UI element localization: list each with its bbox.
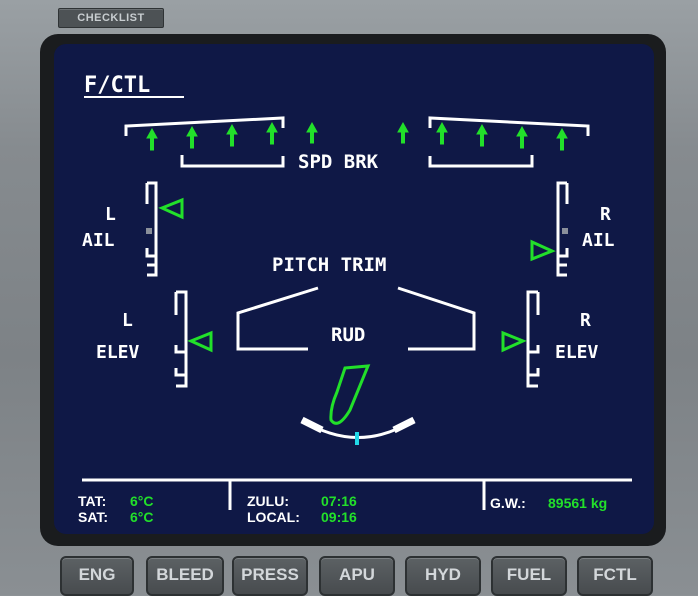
left-aileron-pointer: [158, 197, 184, 220]
spd-brk-label: SPD BRK: [298, 151, 379, 173]
zulu-row: ZULU: 07:16: [247, 493, 357, 509]
up-arrow-icon: [516, 125, 528, 149]
gw-row: G.W.: 89561 kg: [490, 495, 607, 511]
tat-label: TAT:: [78, 493, 107, 509]
rudder-trim-index: [355, 432, 359, 445]
checklist-button[interactable]: CHECKLIST: [58, 8, 164, 28]
up-arrow-icon: [146, 127, 158, 151]
left-elev-side-label: L: [122, 310, 133, 331]
hyd-page-button[interactable]: HYD: [405, 556, 481, 596]
right-aileron-neutral-mark: [562, 228, 568, 234]
sat-row: SAT: 6°C: [78, 509, 154, 525]
left-ail-side-label: L: [105, 204, 116, 225]
gw-label: G.W.:: [490, 495, 526, 511]
rudder-position-symbol: [329, 364, 371, 425]
bleed-page-button[interactable]: BLEED: [146, 556, 224, 596]
spd-brk-bracket-right: [428, 116, 590, 168]
rudder-label: RUD: [331, 324, 365, 346]
rudder-limit-right: [392, 416, 416, 434]
fuel-page-button[interactable]: FUEL: [491, 556, 567, 596]
left-elevator-pointer: [187, 330, 213, 353]
page-title: F/CTL: [84, 73, 150, 98]
fctl-synoptic: F/CTL SPD BRK L AIL R AIL PITCH TRIM L E…: [82, 73, 632, 510]
right-aileron-pointer: [530, 239, 556, 262]
up-arrow-icon: [186, 125, 198, 149]
sat-value: 6°C: [130, 509, 154, 525]
rudder-limit-left: [300, 416, 324, 434]
up-arrow-icon: [476, 123, 488, 147]
right-elevator-pointer: [501, 330, 527, 353]
gw-value: 89561 kg: [548, 495, 608, 511]
right-elev-label: ELEV: [555, 342, 599, 363]
ecam-display: F/CTL SPD BRK L AIL R AIL PITCH TRIM L E…: [54, 44, 654, 534]
up-arrow-icon: [306, 121, 318, 144]
apu-page-button[interactable]: APU: [319, 556, 395, 596]
sat-label: SAT:: [78, 509, 109, 525]
right-ail-side-label: R: [600, 204, 611, 225]
up-arrow-icon: [436, 121, 448, 145]
up-arrow-icon: [266, 121, 278, 145]
left-elevator-scale: [174, 290, 188, 388]
press-page-button[interactable]: PRESS: [232, 556, 308, 596]
left-elev-label: ELEV: [96, 342, 140, 363]
up-arrow-icon: [556, 127, 568, 151]
up-arrow-icon: [226, 123, 238, 147]
local-label: LOCAL:: [247, 509, 300, 525]
right-elevator-scale: [526, 290, 540, 388]
up-arrow-icon: [397, 121, 409, 144]
right-ail-label: AIL: [582, 230, 615, 251]
zulu-value: 07:16: [321, 493, 357, 509]
spd-brk-bracket-left: [124, 116, 285, 168]
spoilers: [146, 121, 568, 151]
tat-row: TAT: 6°C: [78, 493, 154, 509]
left-ail-label: AIL: [82, 230, 115, 251]
fctl-page-button[interactable]: FCTL: [577, 556, 653, 596]
zulu-label: ZULU:: [247, 493, 289, 509]
left-aileron-neutral-mark: [146, 228, 152, 234]
tat-value: 6°C: [130, 493, 154, 509]
pitch-trim-label: PITCH TRIM: [272, 254, 386, 276]
right-elev-side-label: R: [580, 310, 591, 331]
local-row: LOCAL: 09:16: [247, 509, 357, 525]
eng-page-button[interactable]: ENG: [60, 556, 134, 596]
local-value: 09:16: [321, 509, 357, 525]
